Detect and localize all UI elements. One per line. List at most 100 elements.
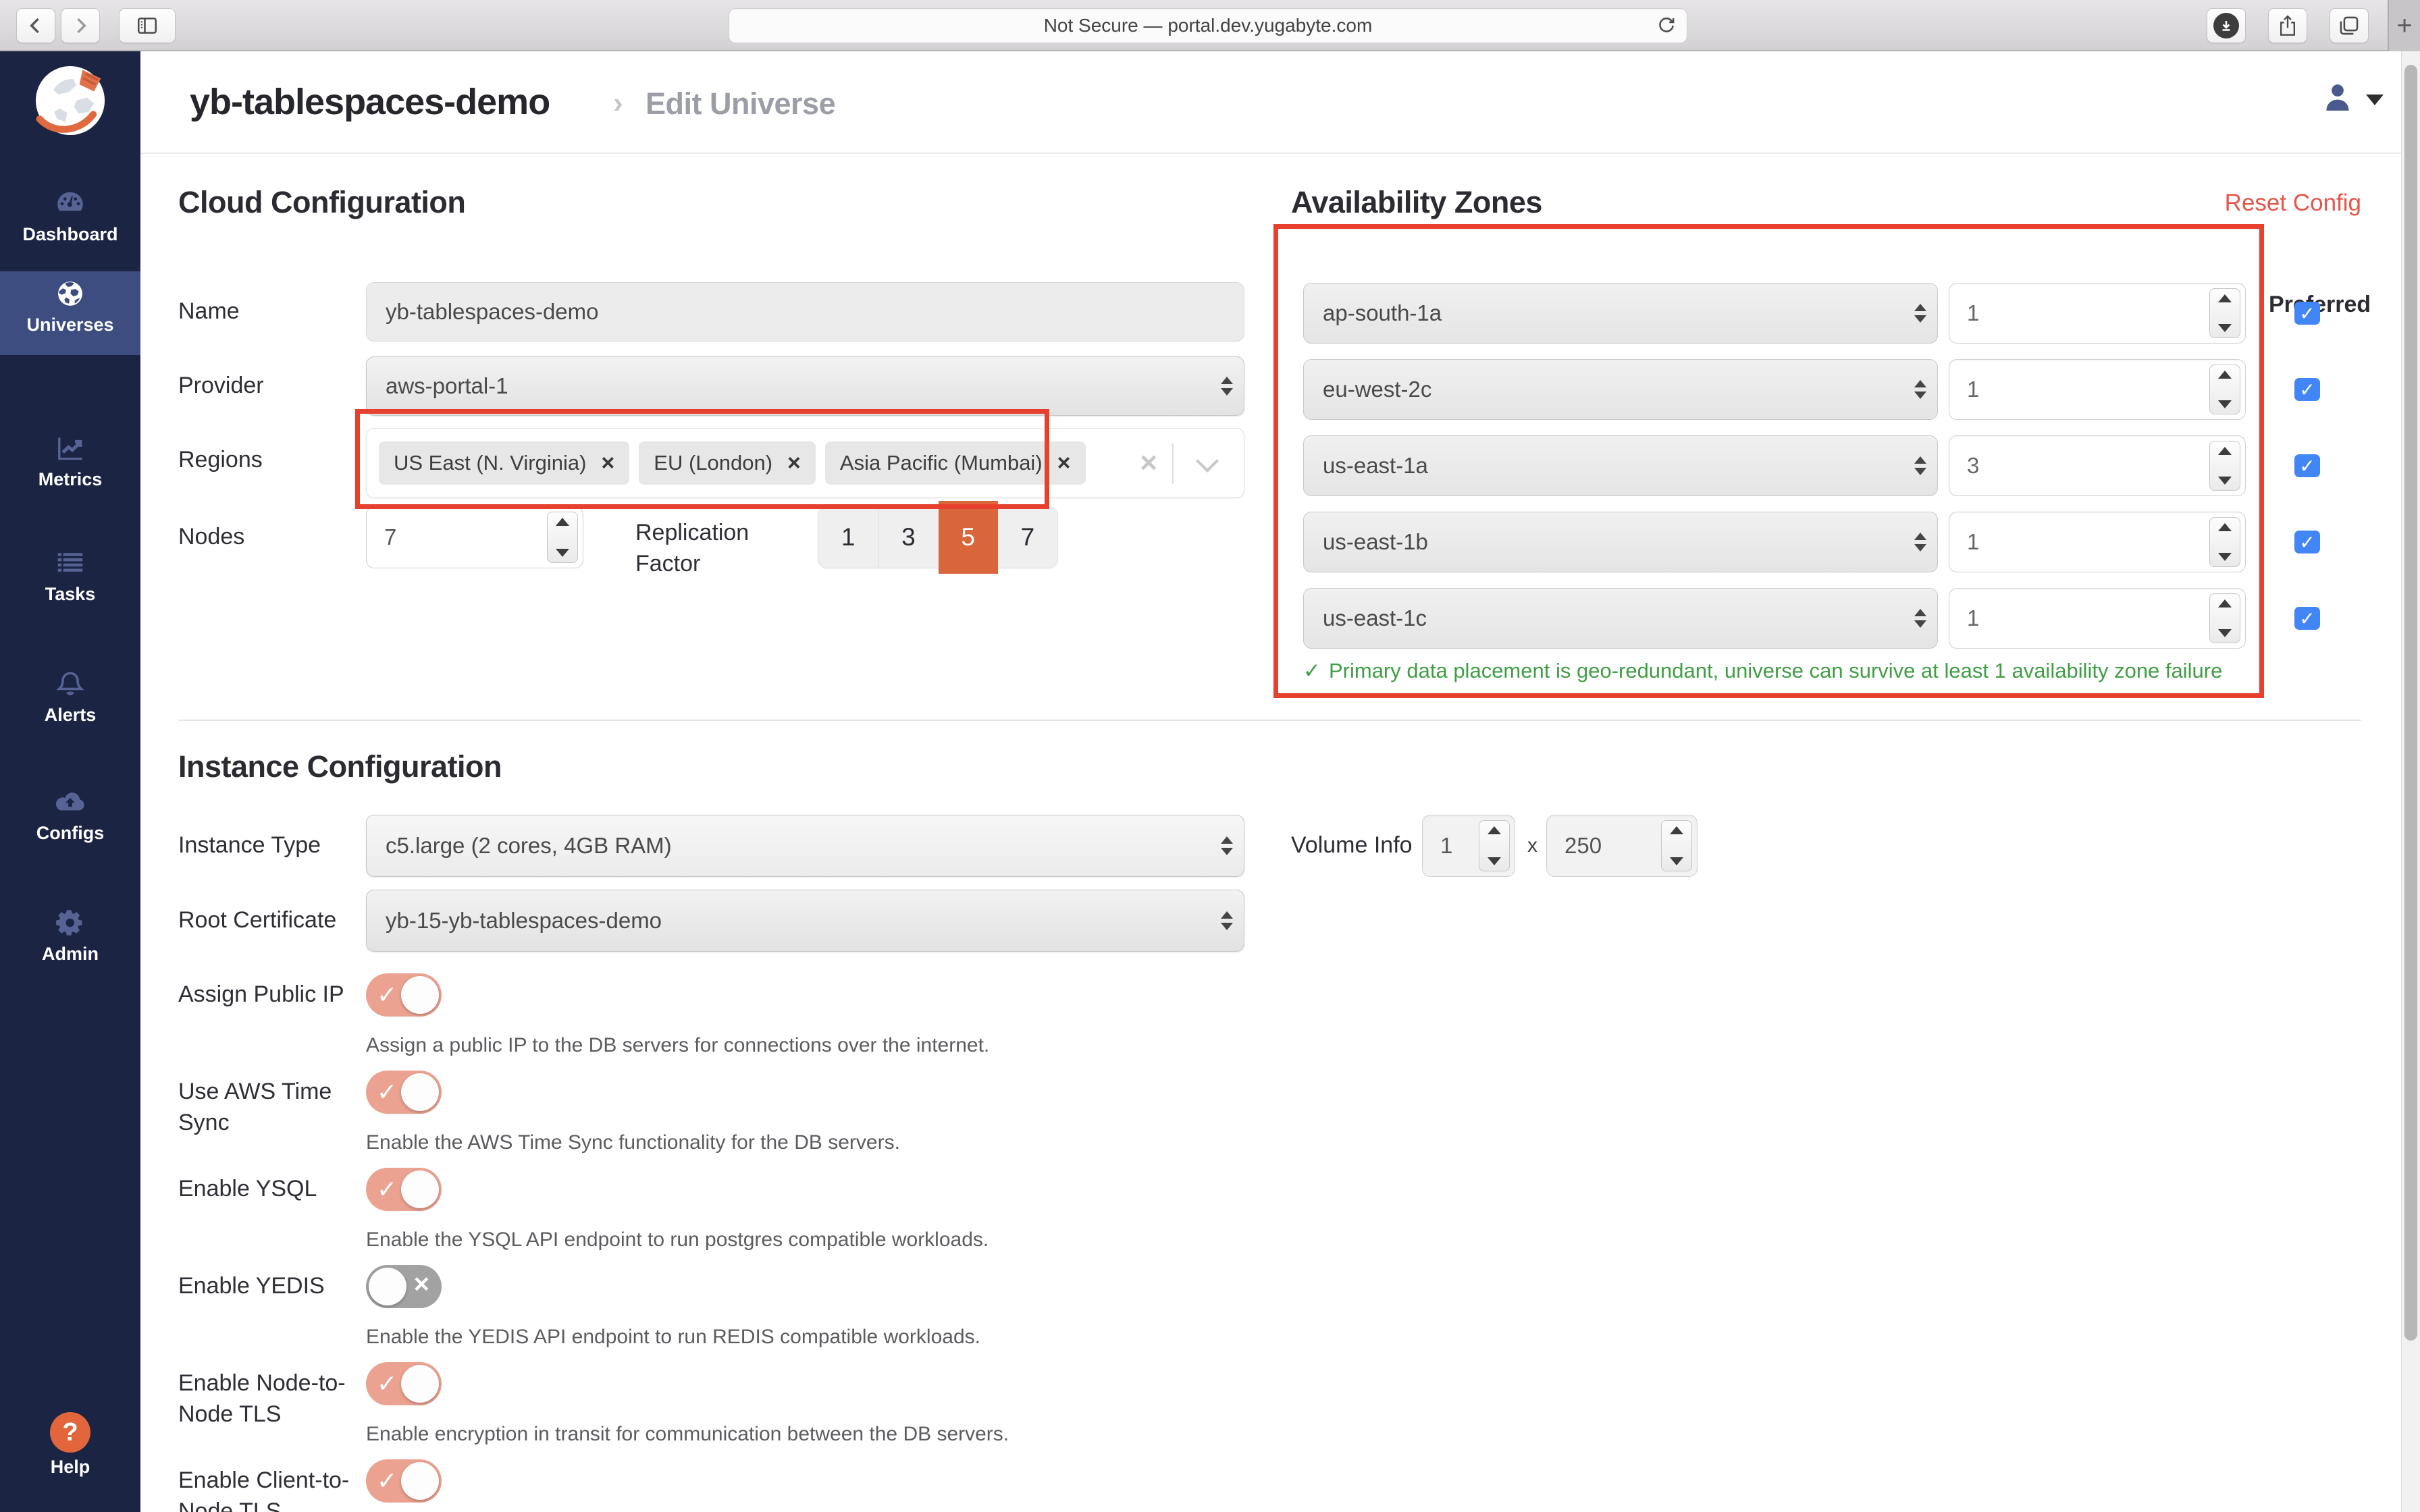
spinner-icon[interactable]: [1661, 820, 1692, 871]
sidebar-item-configs[interactable]: Configs: [0, 780, 140, 863]
sidebar-toggle-button[interactable]: [119, 8, 176, 43]
toggle-switch[interactable]: ✓ ×: [366, 1265, 442, 1308]
reset-config-link[interactable]: Reset Config: [2199, 190, 2361, 217]
az-zone-select[interactable]: us-east-1b: [1303, 512, 1938, 572]
question-mark: ?: [62, 1418, 78, 1447]
breadcrumb-chevron-icon: ›: [613, 86, 623, 120]
sidebar-item-metrics[interactable]: Metrics: [0, 426, 140, 510]
toggle-knob: [401, 1365, 439, 1403]
provider-select[interactable]: aws-portal-1: [366, 356, 1244, 416]
az-zone-select[interactable]: eu-west-2c: [1303, 359, 1938, 420]
remove-tag-icon[interactable]: ×: [787, 450, 801, 477]
toggle-label: Enable YSQL: [178, 1173, 352, 1204]
universe-name-title[interactable]: yb-tablespaces-demo: [190, 81, 550, 123]
user-avatar[interactable]: [2320, 78, 2355, 116]
root-certificate-label: Root Certificate: [178, 907, 336, 934]
share-button[interactable]: [2268, 8, 2307, 43]
az-nodes-input[interactable]: 1: [1949, 512, 2246, 572]
sidebar-item-dashboard[interactable]: Dashboard: [0, 181, 140, 265]
toggle-help-text: Assign a public IP to the DB servers for…: [366, 1034, 989, 1057]
main-content: yb-tablespaces-demo › Edit Universe Clou…: [140, 51, 2420, 1512]
replication-factor-option[interactable]: 5: [939, 501, 998, 574]
feature-toggles: Assign Public IP ✓ × Assign a public IP …: [178, 973, 1259, 1512]
sidebar-item-label: Alerts: [0, 705, 140, 726]
tab-overview-button[interactable]: [2330, 8, 2369, 43]
remove-tag-icon[interactable]: ×: [601, 450, 614, 477]
regions-multiselect[interactable]: US East (N. Virginia) × EU (London) × As…: [366, 428, 1244, 498]
toggle-label: Use AWS Time Sync: [178, 1076, 352, 1138]
refresh-icon[interactable]: [1656, 15, 1677, 36]
chevron-down-icon[interactable]: [1196, 450, 1219, 473]
az-zone-select[interactable]: us-east-1a: [1303, 435, 1938, 496]
downloads-button[interactable]: [2207, 8, 2246, 43]
preferred-checkbox[interactable]: ✓: [2294, 607, 2320, 630]
region-tag[interactable]: US East (N. Virginia) ×: [379, 441, 629, 485]
select-stepper-icon: [1221, 911, 1233, 930]
sidebar-item-universes[interactable]: Universes: [0, 271, 140, 355]
az-heading: Availability Zones: [1291, 185, 1542, 220]
region-tag[interactable]: EU (London) ×: [639, 441, 816, 485]
root-certificate-select[interactable]: yb-15-yb-tablespaces-demo: [366, 890, 1244, 952]
toggle-knob: [369, 1268, 406, 1305]
volume-size-input[interactable]: 250: [1546, 815, 1698, 877]
az-nodes-input[interactable]: 1: [1949, 588, 2246, 649]
instance-type-select[interactable]: c5.large (2 cores, 4GB RAM): [366, 815, 1244, 877]
spinner-icon[interactable]: [2209, 364, 2240, 414]
sidebar-item-label: Configs: [0, 823, 140, 844]
preferred-checkbox[interactable]: ✓: [2294, 378, 2320, 401]
sidebar-item-tasks[interactable]: Tasks: [0, 541, 140, 624]
back-button[interactable]: [16, 8, 55, 43]
replication-factor-option[interactable]: 3: [878, 507, 938, 568]
toggle-switch[interactable]: ✓ ×: [366, 1168, 442, 1211]
replication-factor-option[interactable]: 1: [818, 507, 878, 568]
tasks-list-icon: [0, 541, 140, 580]
replication-factor-group: 1 3 5 7: [818, 506, 1058, 568]
replication-factor-option[interactable]: 7: [998, 507, 1057, 568]
address-bar[interactable]: Not Secure — portal.dev.yugabyte.com: [729, 8, 1687, 43]
new-tab-button[interactable]: +: [2388, 0, 2420, 51]
volume-count-input[interactable]: 1: [1422, 815, 1515, 877]
az-nodes-input[interactable]: 1: [1949, 283, 2246, 344]
toggle-switch[interactable]: ✓ ×: [366, 1362, 442, 1405]
user-menu-caret-icon[interactable]: [2366, 94, 2384, 105]
sidebar-item-admin[interactable]: Admin: [0, 900, 140, 984]
az-nodes-input[interactable]: 1: [1949, 359, 2246, 420]
select-stepper-icon: [1914, 304, 1926, 323]
universe-name-input[interactable]: yb-tablespaces-demo: [366, 282, 1244, 342]
scrollbar-thumb[interactable]: [2404, 65, 2417, 1341]
preferred-checkbox[interactable]: ✓: [2294, 531, 2320, 554]
nodes-input[interactable]: 7: [366, 506, 583, 568]
sidebar-item-help[interactable]: ? Help: [0, 1412, 140, 1496]
preferred-checkbox[interactable]: ✓: [2294, 302, 2320, 325]
toggle-help-text: Enable the AWS Time Sync functionality f…: [366, 1131, 900, 1154]
spinner-icon[interactable]: [547, 512, 578, 563]
az-zone-select[interactable]: us-east-1c: [1303, 588, 1938, 649]
instance-type-label: Instance Type: [178, 832, 321, 859]
yugabyte-logo[interactable]: [0, 61, 140, 140]
region-tag[interactable]: Asia Pacific (Mumbai) ×: [825, 441, 1086, 485]
forward-button[interactable]: [61, 8, 100, 43]
clear-all-icon[interactable]: ×: [1140, 446, 1157, 480]
spinner-icon[interactable]: [1479, 820, 1510, 871]
preferred-checkbox[interactable]: ✓: [2294, 454, 2320, 477]
az-nodes-input[interactable]: 3: [1949, 435, 2246, 496]
dashboard-icon: [0, 181, 140, 220]
remove-tag-icon[interactable]: ×: [1057, 450, 1071, 477]
spinner-icon[interactable]: [2209, 593, 2240, 643]
spinner-icon[interactable]: [2209, 441, 2240, 491]
download-icon: [2213, 13, 2239, 38]
check-icon: ✓: [2299, 608, 2315, 630]
spinner-icon[interactable]: [2209, 517, 2240, 567]
toggle-row: Enable Node-to-Node TLS ✓ × Enable encry…: [178, 1362, 1259, 1459]
scrollbar-track[interactable]: [2401, 51, 2420, 1512]
toggle-switch[interactable]: ✓ ×: [366, 1071, 442, 1114]
spinner-icon[interactable]: [2209, 288, 2240, 338]
toggle-switch[interactable]: ✓ ×: [366, 973, 442, 1017]
share-icon: [2276, 14, 2299, 37]
sidebar-item-alerts[interactable]: Alerts: [0, 662, 140, 745]
name-label: Name: [178, 298, 240, 325]
toggle-help-text: Enable encryption in transit for communi…: [366, 1423, 1009, 1446]
az-zone-select[interactable]: ap-south-1a: [1303, 283, 1938, 344]
toggle-knob: [401, 1462, 439, 1500]
toggle-switch[interactable]: ✓ ×: [366, 1459, 442, 1503]
